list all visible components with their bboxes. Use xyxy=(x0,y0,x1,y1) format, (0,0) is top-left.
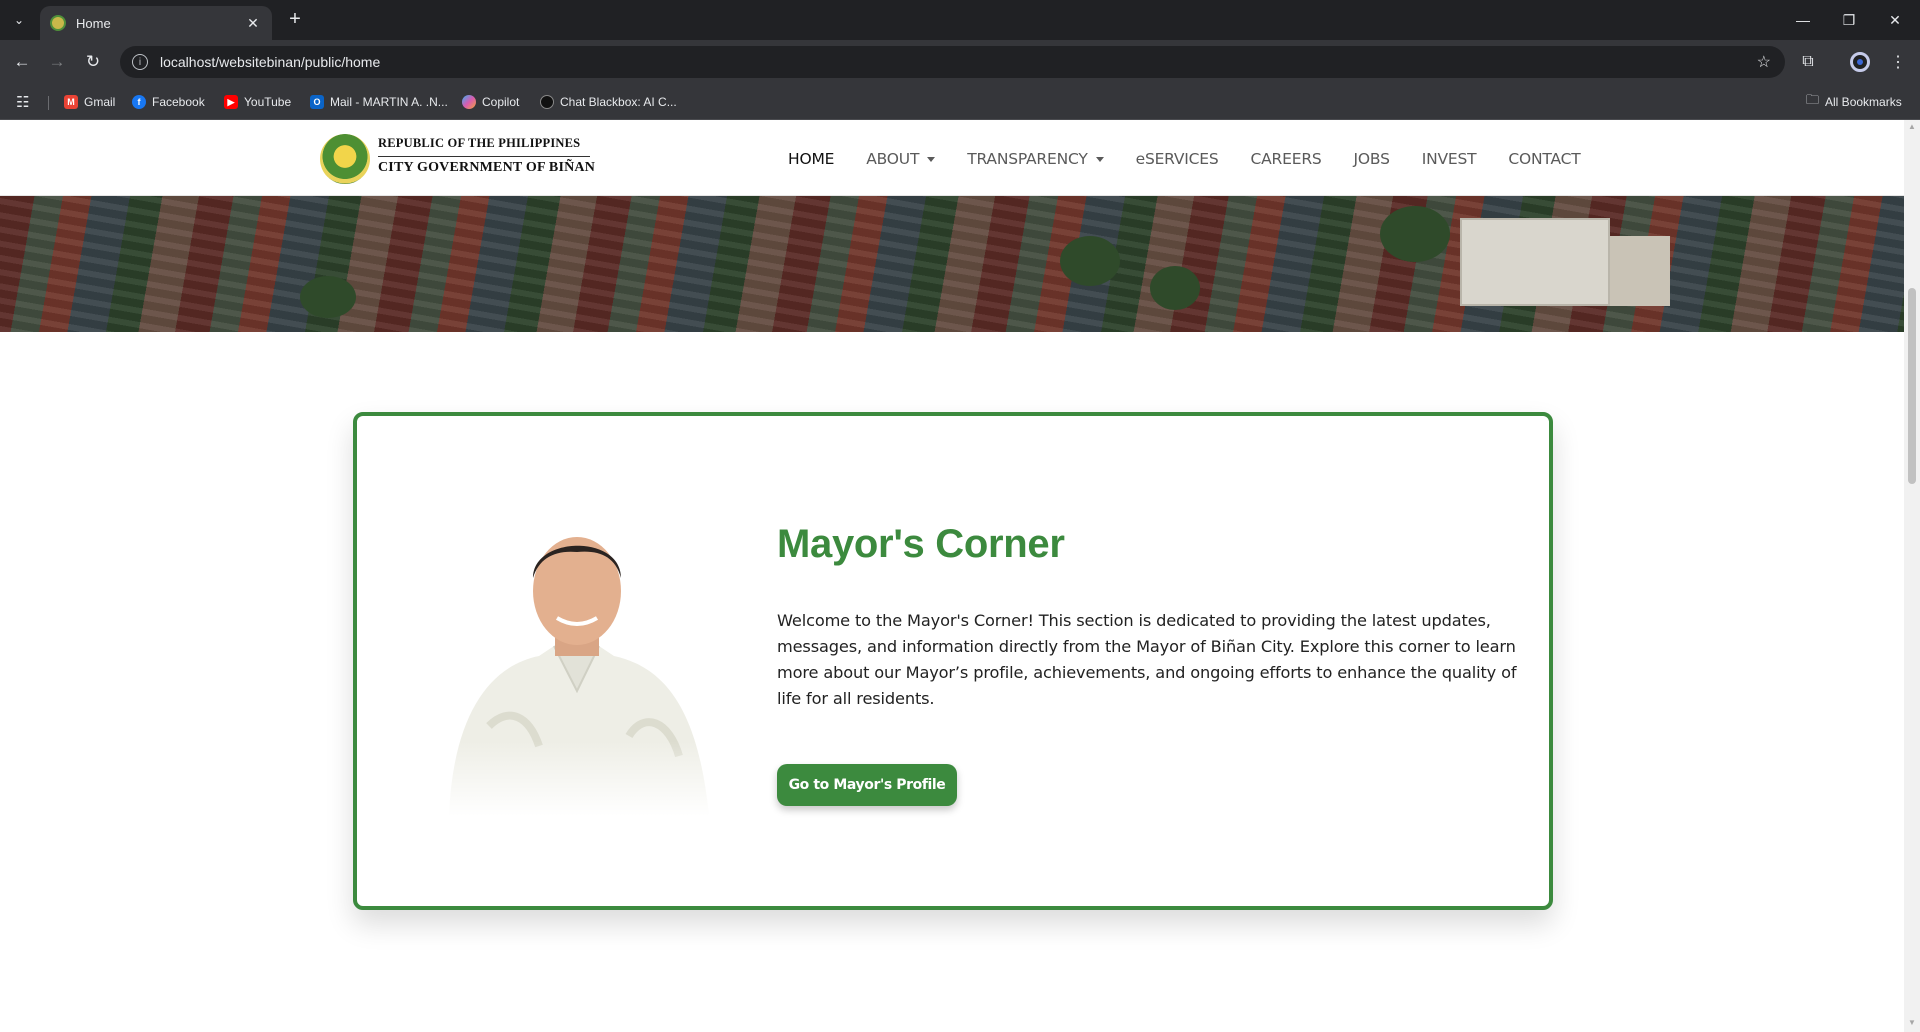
dropdown-caret-icon xyxy=(927,156,936,162)
scroll-up-arrow-icon[interactable]: ▲ xyxy=(1908,122,1916,131)
browser-menu-icon[interactable]: ⋮ xyxy=(1886,50,1910,74)
nav-transparency[interactable]: TRANSPARENCY xyxy=(967,150,1104,168)
bookmark-label: Mail - MARTIN A. .N... xyxy=(330,95,448,109)
back-arrow-icon[interactable]: ← xyxy=(8,48,36,76)
nav-contact[interactable]: CONTACT xyxy=(1508,150,1580,168)
nav-home[interactable]: HOME xyxy=(788,150,834,168)
bookmark-copilot[interactable]: Copilot xyxy=(462,92,519,112)
bookmark-blackbox[interactable]: Chat Blackbox: AI C... xyxy=(540,92,677,112)
bookmark-gmail[interactable]: M Gmail xyxy=(64,92,115,112)
scroll-down-arrow-icon[interactable]: ▼ xyxy=(1908,1018,1916,1027)
logo-line-city[interactable]: CITY GOVERNMENT OF BIÑAN xyxy=(378,160,595,176)
dropdown-caret-icon xyxy=(1095,156,1104,162)
browser-tab-bar: ⌄ Home ✕ + — ❐ ✕ xyxy=(0,0,1920,40)
profile-avatar-icon[interactable] xyxy=(1848,50,1872,74)
extensions-puzzle-icon[interactable]: ⧉ xyxy=(1796,50,1820,74)
mayor-portrait-image xyxy=(429,516,719,816)
reload-icon[interactable]: ↻ xyxy=(79,48,107,76)
nav-careers[interactable]: CAREERS xyxy=(1251,150,1322,168)
address-url[interactable]: localhost/websitebinan/public/home xyxy=(160,54,380,70)
page-scrollbar[interactable]: ▲ ▼ xyxy=(1904,120,1920,1032)
outlook-icon: O xyxy=(310,95,324,109)
facebook-icon: f xyxy=(132,95,146,109)
logo-line-republic[interactable]: REPUBLIC OF THE PHILIPPINES xyxy=(378,136,580,151)
bookmarks-divider xyxy=(48,96,49,110)
site-header: REPUBLIC OF THE PHILIPPINES CITY GOVERNM… xyxy=(0,120,1904,196)
copilot-icon xyxy=(462,95,476,109)
restore-window-icon[interactable]: ❐ xyxy=(1826,0,1872,40)
bookmark-outlook-mail[interactable]: O Mail - MARTIN A. .N... xyxy=(310,92,448,112)
all-bookmarks-folder[interactable]: 🗀 All Bookmarks xyxy=(1806,92,1902,112)
bookmark-label: Copilot xyxy=(482,95,520,109)
browser-tab-home[interactable]: Home ✕ xyxy=(40,6,272,40)
gmail-icon: M xyxy=(64,95,78,109)
apps-grid-icon[interactable]: ☷ xyxy=(16,92,29,112)
address-bar[interactable]: i localhost/websitebinan/public/home ☆ xyxy=(120,46,1785,78)
main-navigation: HOME ABOUT TRANSPARENCY eSERVICES CAREER… xyxy=(788,148,1612,170)
tab-close-icon[interactable]: ✕ xyxy=(244,15,262,32)
bookmark-label: Facebook xyxy=(152,95,205,109)
blackbox-icon xyxy=(540,95,554,109)
tab-search-chevron-icon[interactable]: ⌄ xyxy=(6,8,32,32)
bookmark-facebook[interactable]: f Facebook xyxy=(132,92,205,112)
city-seal-logo[interactable] xyxy=(320,134,370,184)
nav-about[interactable]: ABOUT xyxy=(866,150,936,168)
mayors-corner-title: Mayor's Corner xyxy=(777,522,1065,566)
bookmark-label: Chat Blackbox: AI C... xyxy=(560,95,677,109)
folder-icon: 🗀 xyxy=(1806,92,1820,107)
tab-title: Home xyxy=(76,15,111,31)
bookmark-youtube[interactable]: ▶ YouTube xyxy=(224,92,291,112)
nav-jobs[interactable]: JOBS xyxy=(1354,150,1390,168)
mayors-corner-description: Welcome to the Mayor's Corner! This sect… xyxy=(777,611,1517,708)
go-to-mayors-profile-button[interactable]: Go to Mayor's Profile xyxy=(777,764,957,806)
youtube-icon: ▶ xyxy=(224,95,238,109)
hero-aerial-city-image xyxy=(0,196,1904,332)
bookmark-label: Gmail xyxy=(84,95,116,109)
nav-invest[interactable]: INVEST xyxy=(1422,150,1477,168)
web-page: REPUBLIC OF THE PHILIPPINES CITY GOVERNM… xyxy=(0,120,1904,1032)
site-favicon-icon xyxy=(50,15,66,31)
site-info-icon[interactable]: i xyxy=(132,54,148,70)
nav-eservices[interactable]: eSERVICES xyxy=(1136,150,1219,168)
minimize-window-icon[interactable]: — xyxy=(1780,0,1826,40)
close-window-icon[interactable]: ✕ xyxy=(1872,0,1918,40)
new-tab-button[interactable]: + xyxy=(282,8,308,32)
browser-toolbar: ← → ↻ i localhost/websitebinan/public/ho… xyxy=(0,40,1920,84)
logo-divider xyxy=(378,156,590,157)
bookmark-label: YouTube xyxy=(244,95,292,109)
all-bookmarks-label: All Bookmarks xyxy=(1825,95,1902,109)
forward-arrow-icon[interactable]: → xyxy=(43,48,71,76)
bookmarks-bar: ☷ M Gmail f Facebook ▶ YouTube O Mail - … xyxy=(0,84,1920,120)
scrollbar-thumb[interactable] xyxy=(1908,288,1916,484)
bookmark-star-icon[interactable]: ☆ xyxy=(1757,52,1771,72)
mayors-corner-card: Mayor's Corner Welcome to the Mayor's Co… xyxy=(353,412,1553,910)
